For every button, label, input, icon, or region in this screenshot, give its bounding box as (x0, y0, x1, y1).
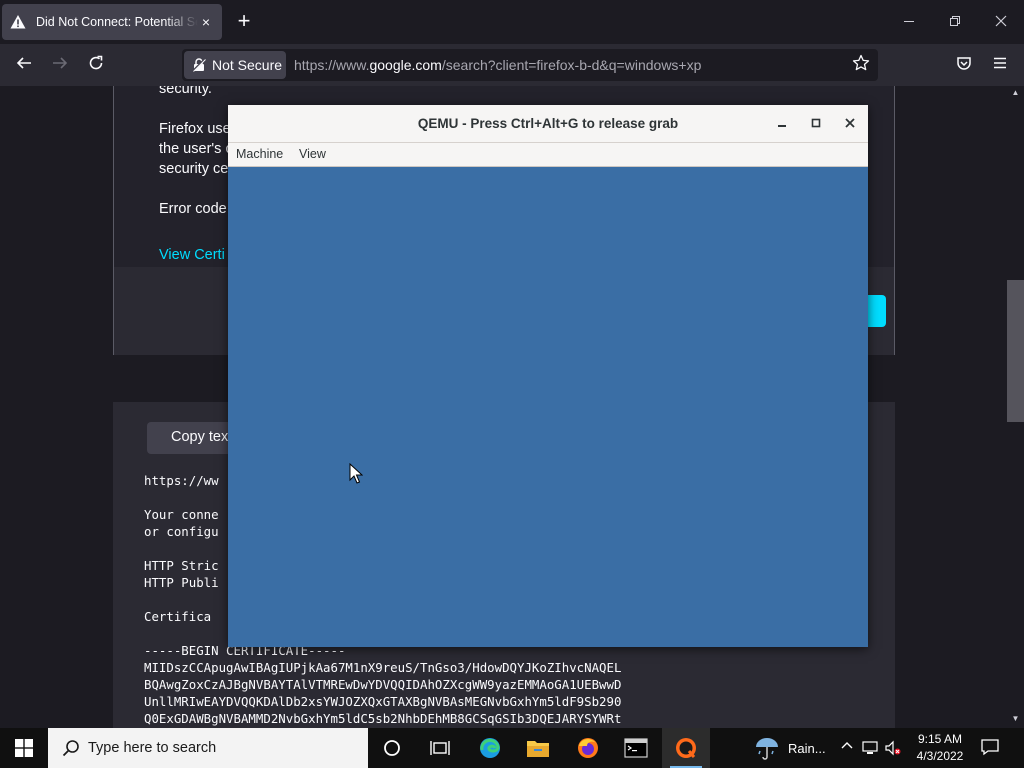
navigation-toolbar: Not Secure https://www.google.com/search… (0, 44, 1024, 86)
system-clock[interactable]: 9:15 AM 4/3/2022 (908, 731, 972, 765)
tech-text-line: or configu (144, 524, 219, 539)
close-window-icon[interactable] (989, 10, 1013, 34)
url-host: google.com (369, 57, 442, 73)
error-text-line: security. (159, 86, 212, 97)
volume-muted-icon[interactable] (885, 740, 901, 756)
certificate-line: Q0ExGDAWBgNVBAMMD2NvbGxhYm5ldC5sb2NhbDEh… (144, 711, 622, 726)
tech-text-line: Your conne (144, 507, 219, 522)
qemu-maximize-icon[interactable] (806, 114, 826, 134)
error-code-label: Error code (159, 201, 227, 217)
qemu-guest-display[interactable] (228, 167, 868, 647)
insecure-lock-icon (192, 58, 206, 72)
terminal-icon[interactable] (612, 728, 660, 768)
scroll-up-icon[interactable]: ▲ (1007, 86, 1024, 100)
browser-tab[interactable]: Did Not Connect: Potential Security Issu… (2, 4, 222, 40)
tech-text-line: HTTP Publi (144, 575, 219, 590)
tab-title: Did Not Connect: Potential Security Issu… (36, 15, 198, 29)
tab-strip: Did Not Connect: Potential Security Issu… (0, 0, 1024, 44)
new-tab-button[interactable]: + (232, 10, 256, 34)
error-text-line: security ce (159, 161, 229, 177)
address-bar[interactable]: Not Secure https://www.google.com/search… (182, 49, 878, 81)
url-prefix: https://www. (294, 57, 370, 73)
qemu-window: QEMU - Press Ctrl+Alt+G to release grab … (228, 105, 868, 647)
tech-text-line: Certifica (144, 609, 212, 624)
certificate-line: UnllMRIwEAYDVQQKDAlDb2xsYWJOZXQxGTAXBgNV… (144, 694, 622, 709)
qemu-minimize-icon[interactable] (772, 114, 792, 134)
hamburger-menu-icon[interactable] (988, 53, 1012, 77)
taskbar-search-box[interactable]: Type here to search (48, 728, 368, 768)
qemu-taskbar-icon[interactable] (662, 728, 710, 768)
show-hidden-icons-chevron-icon[interactable] (839, 740, 855, 756)
clock-date: 4/3/2022 (916, 749, 964, 763)
edge-browser-icon[interactable] (466, 728, 514, 768)
qemu-titlebar[interactable]: QEMU - Press Ctrl+Alt+G to release grab (228, 105, 868, 143)
mouse-pointer-icon (349, 463, 363, 484)
qemu-close-icon[interactable] (840, 114, 860, 134)
umbrella-icon (756, 738, 778, 760)
search-placeholder: Type here to search (88, 740, 217, 756)
forward-arrow-icon[interactable] (48, 53, 72, 77)
cortana-icon[interactable] (368, 728, 416, 768)
file-explorer-icon[interactable] (514, 728, 562, 768)
not-secure-label: Not Secure (212, 57, 283, 73)
reload-icon[interactable] (84, 53, 108, 77)
error-text-line: the user's c (159, 141, 233, 157)
windows-logo-icon (15, 739, 33, 757)
minimize-window-icon[interactable] (897, 10, 921, 34)
search-icon (62, 740, 79, 757)
tech-text-line: HTTP Stric (144, 558, 219, 573)
restore-window-icon[interactable] (943, 10, 967, 34)
back-arrow-icon[interactable] (12, 53, 36, 77)
weather-label: Rain... (788, 740, 826, 756)
scroll-down-icon[interactable]: ▼ (1007, 712, 1024, 726)
warning-icon (10, 14, 26, 30)
site-security-button[interactable]: Not Secure (184, 51, 286, 79)
windows-taskbar: Type here to search Rain... 9:15 AM 4/3/… (0, 728, 1024, 768)
scrollbar-thumb[interactable] (1007, 280, 1024, 422)
view-certificate-link[interactable]: View Certi (159, 247, 225, 263)
clock-time: 9:15 AM (917, 732, 963, 746)
menu-view[interactable]: View (299, 147, 326, 161)
firefox-icon[interactable] (564, 728, 612, 768)
menu-machine[interactable]: Machine (236, 147, 283, 161)
start-button[interactable] (0, 728, 48, 768)
tech-text-line: https://ww (144, 473, 219, 488)
bookmark-star-icon[interactable] (850, 54, 872, 76)
notification-center-icon[interactable] (980, 738, 1002, 758)
error-text-line: Firefox use (159, 121, 231, 137)
certificate-line: BQAwgZoxCzAJBgNVBAYTAlVTMREwDwYDVQQIDAhO… (144, 677, 622, 692)
tab-close-icon[interactable]: × (198, 14, 214, 30)
url-text[interactable]: https://www.google.com/search?client=fir… (294, 57, 701, 73)
certificate-line: MIIDszCCApugAwIBAgIUPjkAa67M1nX9reuS/TnG… (144, 660, 622, 675)
network-icon[interactable] (862, 740, 878, 756)
task-view-icon[interactable] (416, 728, 464, 768)
weather-widget[interactable]: Rain... (754, 728, 834, 768)
pocket-icon[interactable] (952, 53, 976, 77)
qemu-menubar: Machine View (228, 143, 868, 167)
url-path: /search?client=firefox-b-d&q=windows+xp (441, 57, 702, 73)
